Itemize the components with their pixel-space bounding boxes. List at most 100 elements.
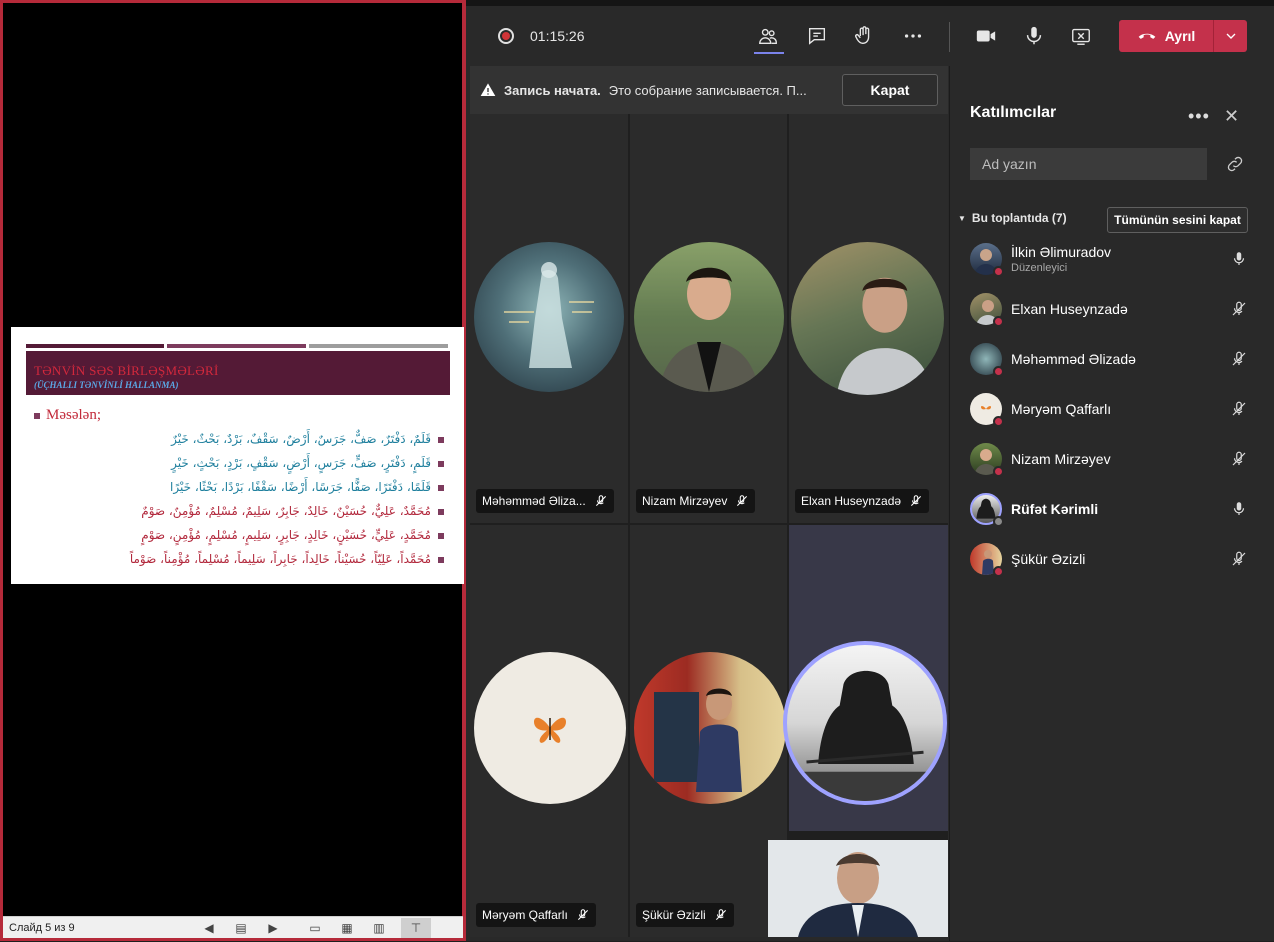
stop-sharing-button[interactable] xyxy=(1065,20,1097,52)
slide-decor-bars xyxy=(26,344,450,348)
caret-down-icon: ▼ xyxy=(958,213,966,223)
normal-view-icon[interactable]: ▭ xyxy=(305,920,325,936)
avatar xyxy=(791,242,944,395)
bullet-square-icon xyxy=(34,412,40,419)
recording-indicator-icon xyxy=(498,28,514,44)
tile-name-tag: Nizam Mirzəyev xyxy=(636,489,756,513)
camera-button[interactable] xyxy=(970,20,1002,52)
teams-meeting-window: 01:15:26 Ayrıl Запись начата. Это собран… xyxy=(466,0,1274,941)
avatar xyxy=(474,242,624,392)
arabic-line: مُحَمَّدٌ، عَلِيٌّ، حُسَيْنٌ، خَالِدٌ، ج… xyxy=(44,499,444,523)
previous-slide-icon[interactable]: ◀ xyxy=(199,920,219,936)
mic-off-icon xyxy=(715,909,726,921)
participants-button[interactable] xyxy=(752,20,784,52)
section-toggle[interactable]: ▼ Bu toplantıda (7) xyxy=(958,211,1067,225)
participant-row[interactable]: Məhəmməd Əlizadə xyxy=(970,339,1250,379)
participant-row[interactable]: Məryəm Qaffarlı xyxy=(970,389,1250,429)
microphone-button[interactable] xyxy=(1018,20,1050,52)
arabic-line: مُحَمَّداً، عَلِيّاً، حُسَيْناً، خَالِدا… xyxy=(44,547,444,571)
people-icon xyxy=(759,28,777,45)
participant-tile[interactable]: Şükür Əzizli xyxy=(630,525,787,937)
warning-icon xyxy=(480,83,496,96)
close-banner-button[interactable]: Kapat xyxy=(842,74,938,106)
hang-up-icon xyxy=(1138,33,1156,39)
participant-tile[interactable]: Məhəmməd Əliza... xyxy=(470,114,628,523)
leave-button[interactable]: Ayrıl xyxy=(1119,20,1247,52)
arabic-line: قَلَمٌ، دَفْتَرٌ، صَفٌّ، جَرَسٌ، أَرْضٌ،… xyxy=(44,427,444,451)
reading-view-icon[interactable]: ▥ xyxy=(369,920,389,936)
mute-all-button[interactable]: Tümünün sesini kapat xyxy=(1107,207,1248,233)
mic-off-icon xyxy=(1228,448,1250,470)
slide-sorter-icon[interactable]: ▦ xyxy=(337,920,357,936)
slideshow-view-icon[interactable]: ⊤ xyxy=(401,917,431,938)
video-grid: Məhəmməd Əliza... Nizam Mirzəyev Elxan H… xyxy=(470,114,948,937)
self-video xyxy=(768,840,948,937)
slide-menu-icon[interactable]: ▤ xyxy=(231,920,251,936)
status-offline-icon xyxy=(993,516,1004,527)
participant-row[interactable]: Şükür Əzizli xyxy=(970,539,1250,579)
avatar xyxy=(970,443,1004,477)
mic-off-icon xyxy=(1228,398,1250,420)
chat-button[interactable] xyxy=(801,20,833,52)
slide-title: TƏNVİN SƏS BİRLƏŞMƏLƏRİ xyxy=(34,363,219,378)
panel-more-icon[interactable]: ••• xyxy=(1188,106,1210,127)
arabic-line: قَلَمًا، دَفْتَرًا، صَفًّا، جَرَسًا، أَر… xyxy=(44,475,444,499)
more-actions-button[interactable] xyxy=(897,20,929,52)
participant-row[interactable]: İlkin Əlimuradov Düzenleyici xyxy=(970,239,1250,279)
meeting-toolbar: 01:15:26 Ayrıl xyxy=(466,6,1274,66)
hand-icon xyxy=(855,26,870,45)
status-busy-icon xyxy=(993,266,1004,277)
participant-tile[interactable]: Məryəm Qaffarlı xyxy=(470,525,628,937)
tile-name-tag: Elxan Huseynzadə xyxy=(795,489,930,513)
mic-on-icon xyxy=(1228,248,1250,270)
avatar xyxy=(970,243,1004,277)
next-slide-icon[interactable]: ▶ xyxy=(263,920,283,936)
avatar xyxy=(970,393,1004,427)
avatar xyxy=(970,543,1004,577)
mic-off-icon xyxy=(577,909,588,921)
participant-search-input[interactable] xyxy=(970,148,1207,180)
ppt-status-bar: Слайд 5 из 9 ◀ ▤ ▶ ▭ ▦ ▥ ⊤ xyxy=(3,916,463,938)
camera-icon xyxy=(976,30,996,42)
participant-row[interactable]: Elxan Huseynzadə xyxy=(970,289,1250,329)
recording-banner: Запись начата. Это собрание записывается… xyxy=(470,66,948,114)
slide-counter: Слайд 5 из 9 xyxy=(9,921,75,934)
meeting-timer: 01:15:26 xyxy=(530,28,585,44)
tile-name-tag: Məhəmməd Əliza... xyxy=(476,489,614,513)
butterfly-icon xyxy=(534,717,566,743)
panel-close-icon[interactable]: ✕ xyxy=(1224,106,1239,127)
participant-tile-self[interactable] xyxy=(783,525,948,831)
participant-row[interactable]: Nizam Mirzəyev xyxy=(970,439,1250,479)
avatar xyxy=(970,343,1004,377)
mic-off-icon xyxy=(1228,298,1250,320)
microphone-icon xyxy=(1026,26,1042,45)
banner-title: Запись начата. xyxy=(504,82,601,98)
mic-off-icon xyxy=(911,495,922,507)
powerpoint-slideshow-window: TƏNVİN SƏS BİRLƏŞMƏLƏRİ (ÜÇHALLI TƏNVİNL… xyxy=(0,0,466,941)
slide-header: TƏNVİN SƏS BİRLƏŞMƏLƏRİ (ÜÇHALLI TƏNVİNL… xyxy=(26,351,450,395)
avatar xyxy=(783,641,947,805)
tile-name-tag: Məryəm Qaffarlı xyxy=(476,903,596,927)
participant-tile[interactable]: Elxan Huseynzadə xyxy=(789,114,948,523)
mic-on-icon xyxy=(1228,498,1250,520)
avatar xyxy=(634,652,786,804)
leave-options-chevron-down-icon[interactable] xyxy=(1214,28,1247,44)
tile-name-tag: Şükür Əzizli xyxy=(636,903,734,927)
arabic-line: مُحَمَّدٍ، عَلِيٍّ، حُسَيْنٍ، خَالِدٍ، ج… xyxy=(44,523,444,547)
share-link-icon[interactable] xyxy=(1225,154,1245,179)
mic-off-icon xyxy=(1228,548,1250,570)
more-icon xyxy=(904,34,922,38)
participant-row[interactable]: Rüfət Kərimli xyxy=(970,489,1250,529)
stop-share-icon xyxy=(1072,28,1090,45)
arabic-lines: قَلَمٌ، دَفْتَرٌ، صَفٌّ، جَرَسٌ، أَرْضٌ،… xyxy=(44,427,444,571)
slide-example-label: Məsələn; xyxy=(34,407,101,424)
arabic-line: قَلَمٍ، دَفْتَرٍ، صَفٍّ، جَرَسٍ، أَرْضٍ،… xyxy=(44,451,444,475)
mic-off-icon xyxy=(595,495,606,507)
avatar xyxy=(970,293,1004,327)
raise-hand-button[interactable] xyxy=(848,20,880,52)
self-camera-preview[interactable] xyxy=(768,840,948,937)
participant-tile[interactable]: Nizam Mirzəyev xyxy=(630,114,787,523)
chat-icon xyxy=(808,27,826,45)
slide-subtitle: (ÜÇHALLI TƏNVİNLİ HALLANMA) xyxy=(34,380,179,390)
slide: TƏNVİN SƏS BİRLƏŞMƏLƏRİ (ÜÇHALLI TƏNVİNL… xyxy=(11,327,464,584)
